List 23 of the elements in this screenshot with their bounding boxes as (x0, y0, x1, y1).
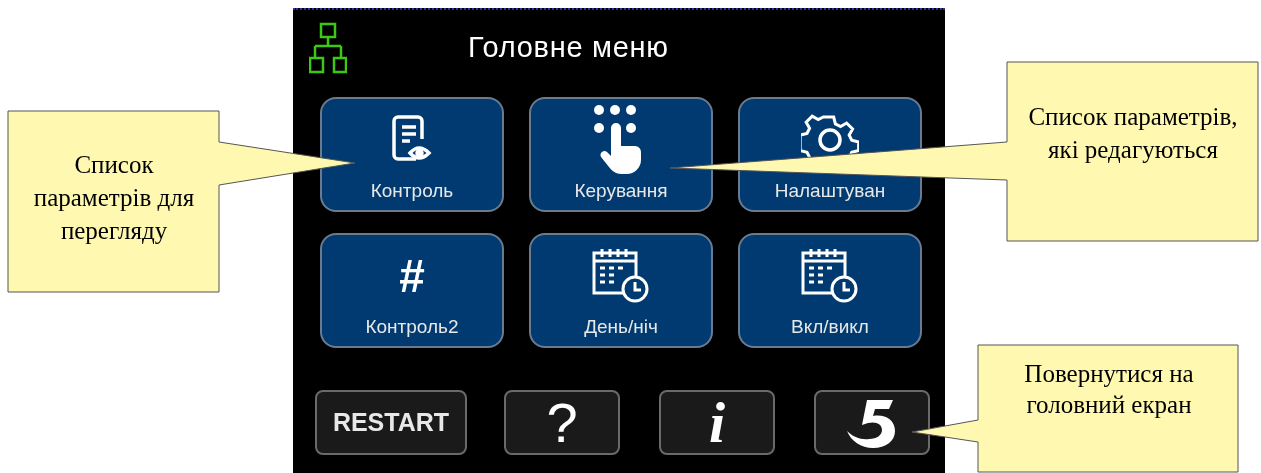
callout-text: Список параметрів для перегляду (32, 150, 196, 246)
button-label: Налаштуван (774, 181, 886, 200)
button-label: Контроль (370, 181, 454, 200)
network-icon (309, 22, 347, 76)
menu-button[interactable]: Вкл/викл (738, 233, 922, 348)
callout-text: Список параметрів, які редагуються (1027, 102, 1239, 165)
restart-button[interactable]: RESTART (315, 390, 467, 455)
help-button[interactable]: ? (504, 390, 620, 455)
calendar-clock-icon (800, 247, 860, 305)
menu-button[interactable]: День/ніч (529, 233, 713, 348)
hash-icon: # (399, 253, 425, 299)
button-label: День/ніч (584, 317, 658, 336)
menu-button[interactable]: Керування (529, 97, 713, 212)
button-label: Вкл/викл (791, 317, 869, 336)
button-label: Керування (574, 181, 668, 200)
calendar-clock-icon (591, 247, 651, 305)
screen-title: Головне меню (468, 30, 669, 65)
info-button[interactable]: i (659, 390, 775, 455)
menu-button[interactable]: # Контроль2 (320, 233, 504, 348)
menu-button[interactable]: Контроль (320, 97, 504, 212)
button-label: Контроль2 (365, 317, 459, 336)
callout-text: Повернутися на головний екран (1023, 359, 1195, 420)
return-button[interactable] (814, 390, 930, 455)
